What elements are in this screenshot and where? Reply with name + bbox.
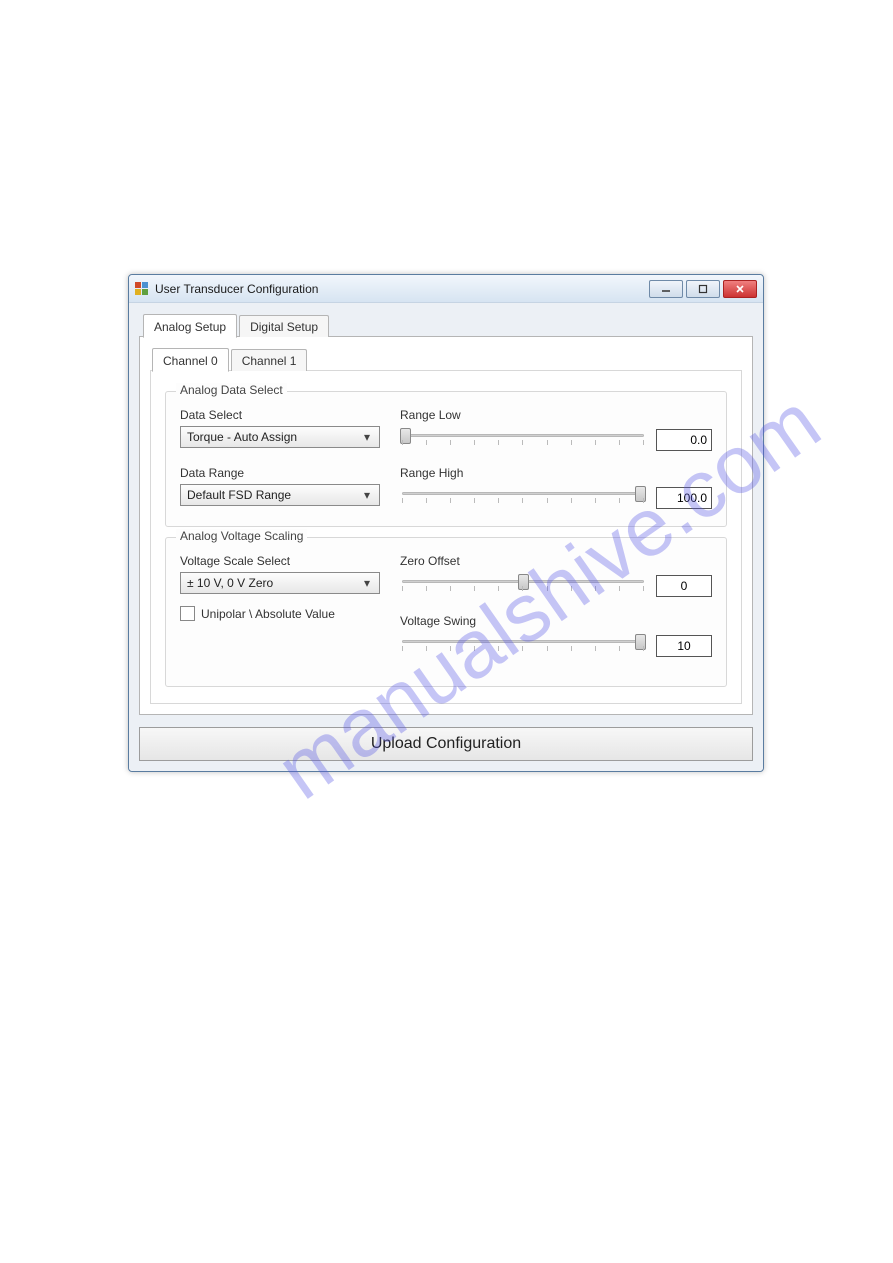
tab-channel-0[interactable]: Channel 0 [152,348,229,372]
group-analog-voltage-scaling: Analog Voltage Scaling Voltage Scale Sel… [165,537,727,687]
combo-data-range[interactable]: Default FSD Range ▾ [180,484,380,506]
chevron-down-icon: ▾ [359,488,375,502]
input-zero-offset[interactable] [656,575,712,597]
upload-configuration-button[interactable]: Upload Configuration [139,727,753,761]
slider-zero-offset[interactable] [400,572,646,600]
dialog-window: User Transducer Configuration Analog Set… [128,274,764,772]
label-zero-offset: Zero Offset [400,554,712,568]
tab-analog-setup[interactable]: Analog Setup [143,314,237,338]
label-range-high: Range High [400,466,712,480]
tabstrip-top: Analog Setup Digital Setup [139,313,753,337]
slider-range-high[interactable] [400,484,646,512]
app-icon [135,282,149,296]
combo-data-range-value: Default FSD Range [187,488,291,502]
input-range-high[interactable] [656,487,712,509]
label-range-low: Range Low [400,408,712,422]
slider-range-low[interactable] [400,426,646,454]
tabpanel-analog-setup: Channel 0 Channel 1 Analog Data Select D… [139,336,753,715]
close-button[interactable] [723,280,757,298]
label-data-range: Data Range [180,466,380,480]
label-unipolar: Unipolar \ Absolute Value [201,607,335,621]
window-title: User Transducer Configuration [155,282,649,296]
combo-data-select-value: Torque - Auto Assign [187,430,297,444]
titlebar[interactable]: User Transducer Configuration [129,275,763,303]
input-voltage-swing[interactable] [656,635,712,657]
checkbox-unipolar[interactable] [180,606,195,621]
combo-voltage-scale-value: ± 10 V, 0 V Zero [187,576,273,590]
group-analog-data-select: Analog Data Select Data Select Torque - … [165,391,727,527]
combo-data-select[interactable]: Torque - Auto Assign ▾ [180,426,380,448]
minimize-button[interactable] [649,280,683,298]
slider-voltage-swing[interactable] [400,632,646,660]
tab-digital-setup[interactable]: Digital Setup [239,315,329,337]
label-voltage-scale-select: Voltage Scale Select [180,554,380,568]
tab-channel-1[interactable]: Channel 1 [231,349,308,371]
tabpanel-channel-0: Analog Data Select Data Select Torque - … [150,370,742,704]
label-voltage-swing: Voltage Swing [400,614,712,628]
tabstrip-channel: Channel 0 Channel 1 [150,347,742,371]
maximize-button[interactable] [686,280,720,298]
chevron-down-icon: ▾ [359,430,375,444]
input-range-low[interactable] [656,429,712,451]
group-legend: Analog Data Select [176,383,287,397]
chevron-down-icon: ▾ [359,576,375,590]
client-area: Analog Setup Digital Setup Channel 0 Cha… [129,303,763,771]
group-legend: Analog Voltage Scaling [176,529,307,543]
combo-voltage-scale-select[interactable]: ± 10 V, 0 V Zero ▾ [180,572,380,594]
label-data-select: Data Select [180,408,380,422]
